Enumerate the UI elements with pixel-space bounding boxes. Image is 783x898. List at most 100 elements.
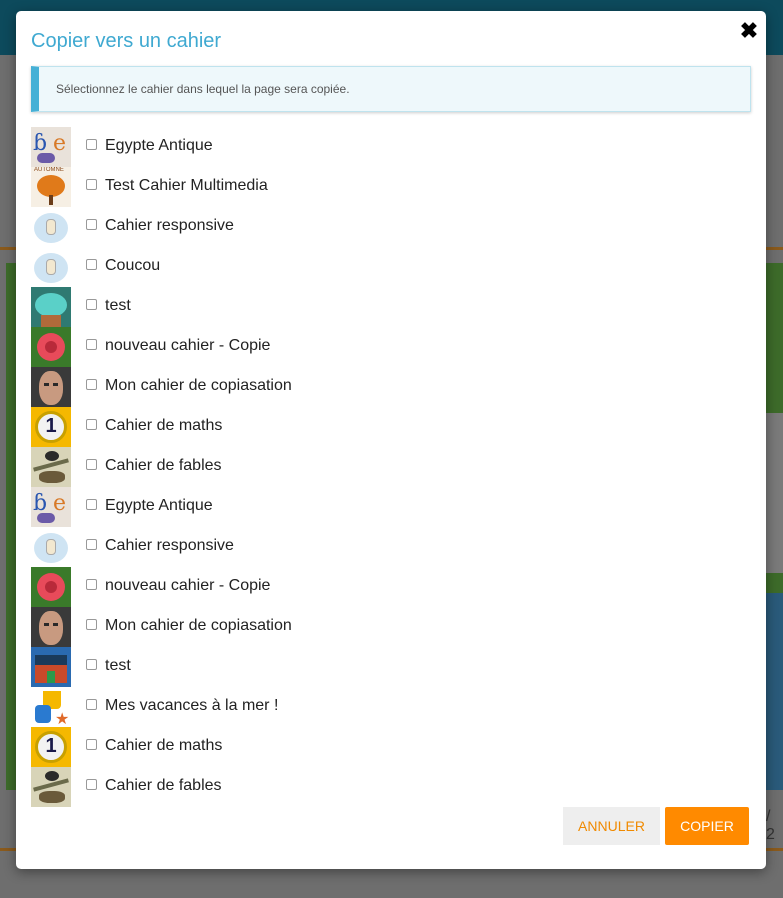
notebook-thumbnail (31, 767, 71, 807)
notebook-row[interactable]: Cahier de fables (31, 767, 751, 807)
notebook-row[interactable]: nouveau cahier - Copie (31, 567, 751, 607)
thumbnail-part (45, 581, 57, 593)
notebook-row[interactable]: ★ Mes vacances à la mer ! (31, 687, 751, 727)
notebook-thumbnail: ★ (31, 687, 71, 727)
thumbnail-part (53, 623, 58, 626)
notebook-label: Cahier responsive (105, 217, 234, 234)
notebook-checkbox[interactable] (86, 499, 97, 510)
notebook-row[interactable]: Mon cahier de copiasation (31, 607, 751, 647)
notebook-thumbnail (31, 367, 71, 407)
thumbnail-part (35, 705, 51, 723)
notebook-list: ɓ e Egypte Antique AUTOMNE Test Cahier Multi… (31, 127, 751, 807)
notebook-row[interactable]: 1 Cahier de maths (31, 727, 751, 767)
close-icon[interactable]: ✖ (738, 20, 760, 42)
thumbnail-part (41, 315, 61, 327)
notebook-checkbox[interactable] (86, 579, 97, 590)
copy-button[interactable]: COPIER (665, 807, 749, 845)
notebook-label: nouveau cahier - Copie (105, 337, 271, 354)
thumbnail-part (35, 293, 67, 317)
notebook-checkbox[interactable] (86, 779, 97, 790)
thumbnail-part (45, 771, 59, 781)
info-text: Sélectionnez le cahier dans lequel la pa… (56, 82, 350, 96)
notebook-checkbox[interactable] (86, 379, 97, 390)
thumbnail-part (44, 623, 49, 626)
info-message: Sélectionnez le cahier dans lequel la pa… (31, 66, 751, 112)
notebook-label: Cahier de fables (105, 457, 222, 474)
notebook-checkbox[interactable] (86, 259, 97, 270)
notebook-label: Test Cahier Multimedia (105, 177, 268, 194)
thumbnail-part: e (53, 131, 67, 156)
thumbnail-part: 1 (45, 735, 57, 757)
thumbnail-part: ★ (55, 711, 70, 727)
notebook-checkbox[interactable] (86, 739, 97, 750)
notebook-checkbox[interactable] (86, 219, 97, 230)
notebook-checkbox[interactable] (86, 179, 97, 190)
notebook-thumbnail: AUTOMNE (31, 167, 71, 207)
notebook-thumbnail (31, 327, 71, 367)
notebook-row[interactable]: test (31, 647, 751, 687)
thumbnail-part: AUTOMNE (34, 167, 64, 173)
notebook-label: Mes vacances à la mer ! (105, 697, 279, 714)
notebook-row[interactable]: Cahier de fables (31, 447, 751, 487)
notebook-checkbox[interactable] (86, 539, 97, 550)
notebook-label: Cahier responsive (105, 537, 234, 554)
notebook-row[interactable]: 1 Cahier de maths (31, 407, 751, 447)
notebook-row[interactable]: ɓ e Egypte Antique (31, 487, 751, 527)
notebook-row[interactable]: Cahier responsive (31, 527, 751, 567)
thumbnail-part (37, 153, 55, 163)
notebook-label: nouveau cahier - Copie (105, 577, 271, 594)
notebook-label: Mon cahier de copiasation (105, 377, 292, 394)
thumbnail-part (44, 383, 49, 386)
notebook-thumbnail: ɓe (31, 487, 71, 527)
thumbnail-part (39, 471, 65, 483)
thumbnail-part: 1 (45, 415, 57, 437)
cancel-button[interactable]: ANNULER (563, 807, 660, 845)
notebook-thumbnail: 1 (31, 407, 71, 447)
notebook-checkbox[interactable] (86, 619, 97, 630)
thumbnail-part (49, 195, 53, 205)
notebook-label: Coucou (105, 257, 161, 274)
notebook-checkbox[interactable] (86, 659, 97, 670)
notebook-thumbnail: 1 (31, 727, 71, 767)
notebook-thumbnail (31, 247, 71, 287)
notebook-thumbnail (31, 207, 71, 247)
notebook-thumbnail (31, 447, 71, 487)
notebook-row[interactable]: ɓ e Egypte Antique (31, 127, 751, 167)
thumbnail-part (35, 655, 67, 665)
thumbnail-part (45, 341, 57, 353)
notebook-row[interactable]: Cahier responsive (31, 207, 751, 247)
notebook-checkbox[interactable] (86, 339, 97, 350)
thumbnail-part (37, 513, 55, 523)
notebook-label: Egypte Antique (105, 497, 213, 514)
thumbnail-part (46, 539, 56, 555)
notebook-label: Cahier de maths (105, 417, 223, 434)
notebook-label: Cahier de maths (105, 737, 223, 754)
copy-to-notebook-dialog: Copier vers un cahier ✖ Sélectionnez le … (16, 11, 766, 869)
notebook-thumbnail (31, 647, 71, 687)
notebook-thumbnail (31, 287, 71, 327)
thumbnail-part: e (53, 491, 67, 516)
thumbnail-part (46, 259, 56, 275)
notebook-label: test (105, 297, 131, 314)
notebook-thumbnail (31, 567, 71, 607)
notebook-row[interactable]: test (31, 287, 751, 327)
notebook-row[interactable]: Mon cahier de copiasation (31, 367, 751, 407)
notebook-row[interactable]: Coucou (31, 247, 751, 287)
notebook-checkbox[interactable] (86, 419, 97, 430)
thumbnail-part (37, 175, 65, 197)
thumbnail-part (53, 383, 58, 386)
notebook-row[interactable]: nouveau cahier - Copie (31, 327, 751, 367)
notebook-row[interactable]: AUTOMNE Test Cahier Multimedia (31, 167, 751, 207)
dialog-title: Copier vers un cahier (31, 30, 222, 52)
background-pager: / 2 (766, 808, 775, 843)
notebook-checkbox[interactable] (86, 699, 97, 710)
notebook-checkbox[interactable] (86, 299, 97, 310)
thumbnail-part (39, 791, 65, 803)
thumbnail-part (39, 611, 63, 645)
notebook-checkbox[interactable] (86, 139, 97, 150)
thumbnail-part (46, 219, 56, 235)
thumbnail-part (39, 371, 63, 405)
notebook-checkbox[interactable] (86, 459, 97, 470)
notebook-label: Cahier de fables (105, 777, 222, 794)
notebook-thumbnail (31, 527, 71, 567)
